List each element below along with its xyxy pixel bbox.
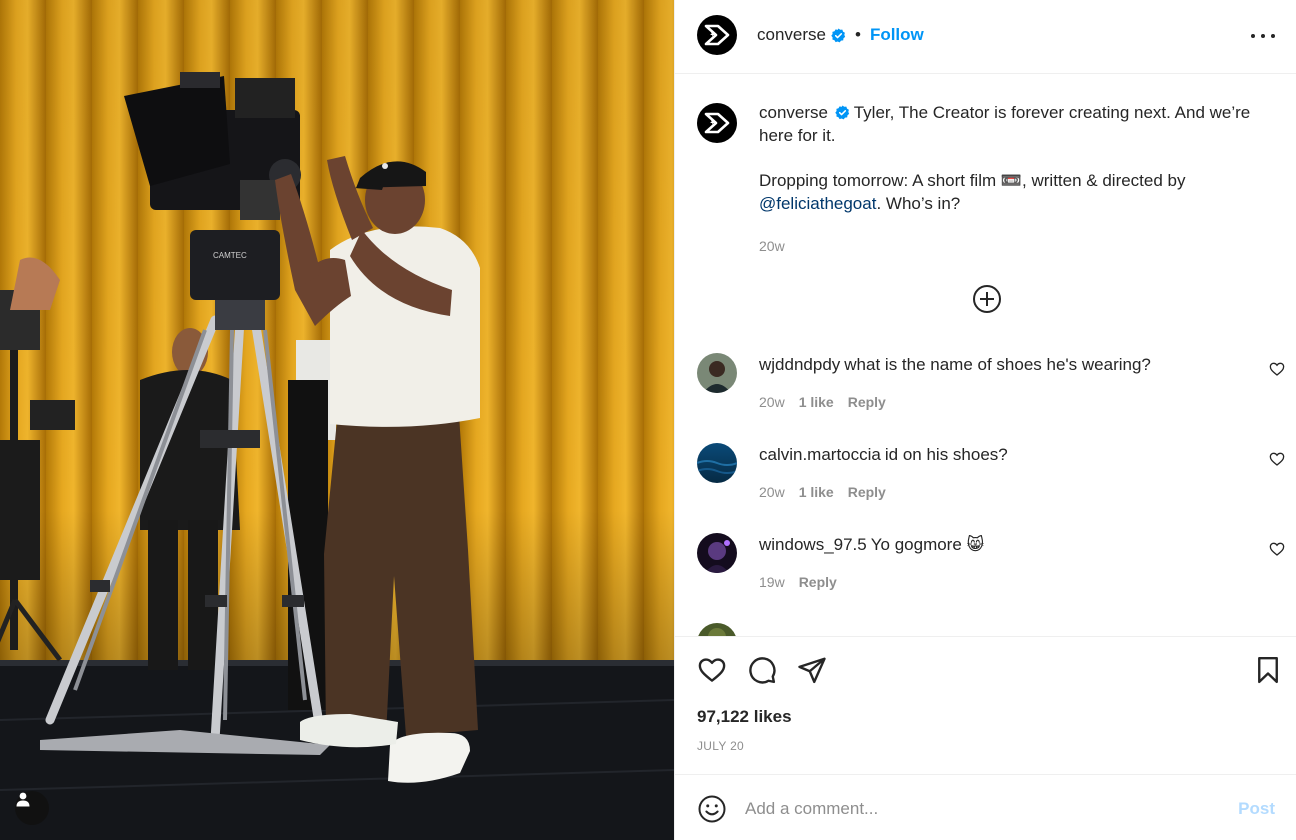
photo-image: CAMTEC — [0, 0, 674, 840]
post-side-panel: converse • Follow converse Tyler, The Cr… — [674, 0, 1296, 840]
caption-timestamp[interactable]: 20w — [759, 235, 785, 258]
comment-button[interactable] — [747, 655, 777, 685]
comment-like-button[interactable] — [1269, 451, 1285, 467]
commenter-avatar[interactable] — [697, 443, 737, 483]
comment-like-count[interactable]: 1 like — [799, 394, 834, 410]
comment-meta: 20w 1 like Reply — [759, 484, 886, 500]
commenter-avatar[interactable] — [697, 623, 737, 636]
likes-count[interactable]: 97,122 likes — [697, 707, 792, 727]
comment-meta: 19w Reply — [759, 574, 837, 590]
commenter-avatar[interactable] — [697, 353, 737, 393]
post-photo[interactable]: CAMTEC — [0, 0, 674, 840]
load-more-comments-button[interactable] — [972, 284, 1002, 314]
bookmark-icon — [1258, 656, 1278, 684]
post-header: converse • Follow — [675, 0, 1296, 74]
reply-button[interactable]: Reply — [848, 394, 886, 410]
caption-line-2-suffix: . Who’s in? — [876, 194, 961, 213]
plus-circle-icon — [973, 285, 1001, 313]
comment-username[interactable]: wjddndpdy — [759, 355, 840, 374]
caption-username[interactable]: converse — [759, 103, 828, 122]
share-icon — [798, 657, 826, 684]
caption-line-2: Dropping tomorrow: A short film 📼, writt… — [759, 171, 1186, 190]
converse-logo-icon — [704, 24, 730, 46]
save-button[interactable] — [1253, 655, 1283, 685]
comment-timestamp[interactable]: 20w — [759, 484, 785, 500]
comment-body: what is the name of shoes he's wearing? — [844, 355, 1151, 374]
heart-icon — [698, 658, 726, 682]
heart-icon — [1269, 362, 1285, 376]
comment-timestamp[interactable]: 20w — [759, 394, 785, 410]
comment-input[interactable] — [745, 795, 1215, 823]
comment-text: windows_97.5 Yo gogmore 😸 — [759, 533, 1239, 556]
post-caption: converse Tyler, The Creator is forever c… — [697, 101, 1277, 258]
comment-like-button[interactable] — [1269, 541, 1285, 557]
comment-icon — [749, 657, 776, 684]
comment-username[interactable]: windows_97.5 — [759, 535, 867, 554]
caption-line-1: Tyler, The Creator is forever creating n… — [759, 103, 1251, 145]
comment-item: wjddndpdy what is the name of shoes he's … — [697, 353, 1285, 423]
comment-item: calvin.martoccia id on his shoes? 20w 1 l… — [697, 443, 1285, 513]
comment-body: id on his shoes? — [884, 445, 1008, 464]
header-username[interactable]: converse — [757, 25, 826, 45]
comment-item: windows_97.5 Yo gogmore 😸 19w Reply — [697, 533, 1285, 603]
comment-body: Yo gogmore 😸 — [870, 535, 985, 554]
verified-badge-icon — [835, 105, 850, 120]
reply-button[interactable]: Reply — [848, 484, 886, 500]
heart-icon — [1269, 452, 1285, 466]
comment-like-button[interactable] — [1269, 361, 1285, 377]
emoji-button[interactable] — [697, 794, 727, 824]
user-tag-button[interactable] — [15, 791, 49, 825]
post-actions: 97,122 likes JULY 20 — [675, 636, 1296, 774]
comment-item-partial — [697, 623, 1277, 636]
post-date[interactable]: JULY 20 — [697, 739, 744, 753]
converse-logo-icon — [704, 112, 730, 134]
comment-meta: 20w 1 like Reply — [759, 394, 886, 410]
comment-username[interactable]: calvin.martoccia — [759, 445, 881, 464]
like-button[interactable] — [697, 655, 727, 685]
svg-text:CAMTEC: CAMTEC — [213, 251, 247, 260]
caption-mention-link[interactable]: @feliciathegoat — [759, 194, 876, 213]
user-tag-icon — [16, 792, 30, 807]
verified-badge-icon — [831, 27, 846, 43]
commenter-avatar[interactable] — [697, 533, 737, 573]
comment-like-count[interactable]: 1 like — [799, 484, 834, 500]
follow-button[interactable]: Follow — [870, 25, 924, 45]
avatar[interactable] — [697, 15, 737, 55]
more-options-icon[interactable] — [1251, 26, 1275, 46]
comment-timestamp[interactable]: 19w — [759, 574, 785, 590]
caption-meta: 20w — [759, 235, 1277, 258]
comments-list[interactable]: converse Tyler, The Creator is forever c… — [675, 74, 1296, 636]
reply-button[interactable]: Reply — [799, 574, 837, 590]
post-comment-button[interactable]: Post — [1238, 799, 1275, 819]
emoji-icon — [698, 795, 726, 823]
header-user-line: converse • Follow — [757, 25, 924, 45]
caption-text: converse Tyler, The Creator is forever c… — [759, 101, 1277, 258]
comment-text: wjddndpdy what is the name of shoes he's … — [759, 353, 1239, 376]
comment-text: calvin.martoccia id on his shoes? — [759, 443, 1239, 466]
share-button[interactable] — [797, 655, 827, 685]
comment-composer: Post — [675, 774, 1296, 840]
heart-icon — [1269, 542, 1285, 556]
caption-avatar[interactable] — [697, 103, 737, 143]
separator-dot: • — [854, 25, 861, 44]
